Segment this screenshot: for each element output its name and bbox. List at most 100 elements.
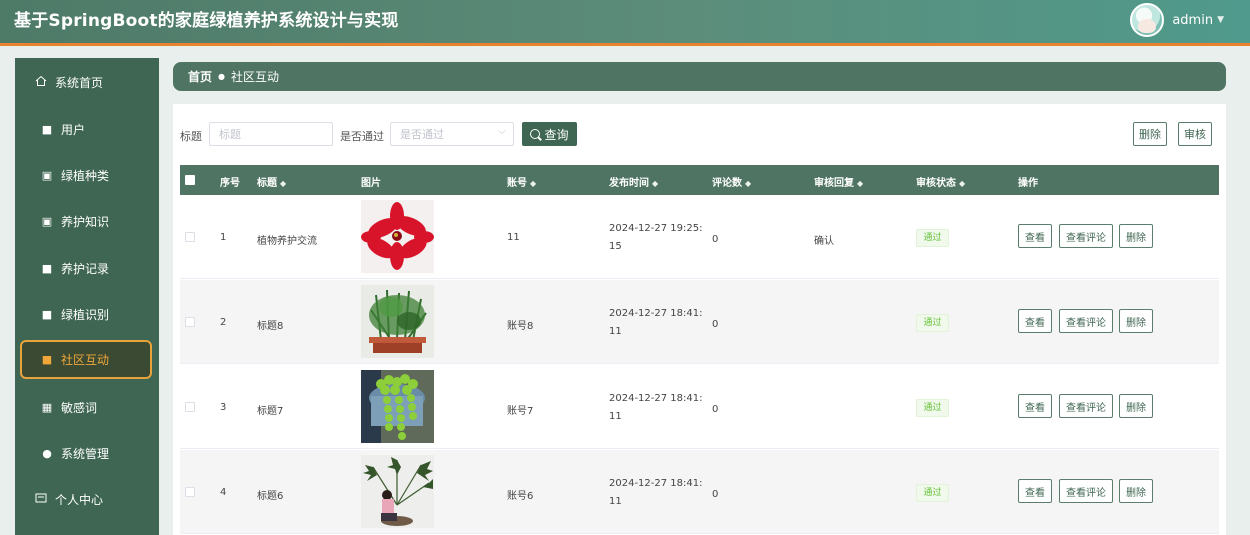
- query-button[interactable]: 查询: [522, 122, 577, 146]
- sidebar-item-sensitive-words[interactable]: ▦ 敏感词: [15, 385, 159, 429]
- sidebar-item-plant-recognition[interactable]: ■ 绿植识别: [15, 292, 159, 336]
- sidebar-item-care-records[interactable]: ■ 养护记录: [15, 246, 159, 290]
- plant-image-philodendron[interactable]: [361, 455, 434, 528]
- row-index: 1: [220, 232, 227, 243]
- query-button-label: 查询: [544, 127, 569, 142]
- sidebar-item-personal-center[interactable]: 个人中心: [15, 477, 159, 521]
- row-checkbox[interactable]: [185, 317, 195, 327]
- view-comments-button[interactable]: 查看评论: [1059, 394, 1113, 418]
- sidebar-item-label: 个人中心: [55, 492, 104, 507]
- search-bar: 标题 是否通过 ⌵ 查询 删除 审核: [173, 122, 1226, 148]
- plant-image-string-of-pearls[interactable]: [361, 370, 434, 443]
- profile-card-icon: [34, 492, 48, 507]
- col-actions: 操作: [1018, 178, 1038, 189]
- col-comments-label: 评论数: [712, 178, 742, 189]
- sort-icon[interactable]: ◆: [280, 179, 286, 188]
- user-menu[interactable]: admin ▼: [1130, 3, 1224, 37]
- sidebar-item-care-knowledge[interactable]: ▣ 养护知识: [15, 199, 159, 243]
- breadcrumb: 首页 ● 社区互动: [173, 62, 1226, 91]
- row-account: 账号8: [507, 321, 534, 332]
- row-title: 植物养护交流: [257, 236, 317, 247]
- breadcrumb-home[interactable]: 首页: [188, 68, 212, 85]
- col-review-reply-label: 审核回复: [814, 178, 854, 189]
- user-avatar[interactable]: [1130, 3, 1165, 37]
- row-publish-time: 2024-12-27 18:41:11: [609, 393, 703, 422]
- sidebar-item-plant-types[interactable]: ▣ 绿植种类: [15, 153, 159, 197]
- col-publish-time[interactable]: 发布时间 ◆: [609, 174, 658, 189]
- row-index: 3: [220, 402, 227, 413]
- row-checkbox[interactable]: [185, 402, 195, 412]
- row-publish-time: 2024-12-27 18:41:11: [609, 308, 703, 337]
- sidebar-item-label: 社区互动: [61, 353, 110, 367]
- status-badge: 通过: [916, 314, 949, 332]
- sidebar-item-users[interactable]: ■ 用户: [15, 107, 159, 151]
- grid-icon: ■: [41, 353, 53, 366]
- delete-button[interactable]: 删除: [1119, 394, 1153, 418]
- row-comments: 0: [712, 489, 719, 500]
- batch-delete-button[interactable]: 删除: [1133, 122, 1167, 146]
- sidebar-item-label: 绿植种类: [61, 168, 110, 183]
- table-header: 序号 标题 ◆ 图片 账号 ◆ 发布时间 ◆ 评论数 ◆ 审核回复 ◆ 审核状态 ◆ 操作: [180, 165, 1219, 195]
- col-comments[interactable]: 评论数 ◆: [712, 174, 751, 189]
- col-account[interactable]: 账号 ◆: [507, 174, 536, 189]
- user-name[interactable]: admin: [1172, 13, 1213, 28]
- table-row: 3 标题7 账号7 2024-12-27 18:41:11 0 通过 查看 查看…: [180, 365, 1219, 449]
- chevron-down-icon[interactable]: ▼: [1217, 15, 1224, 25]
- status-badge: 通过: [916, 484, 949, 502]
- sidebar-item-home[interactable]: 系统首页: [15, 60, 159, 104]
- delete-button[interactable]: 删除: [1119, 309, 1153, 333]
- view-button[interactable]: 查看: [1018, 309, 1052, 333]
- search-icon: [530, 129, 541, 139]
- status-badge: 通过: [916, 399, 949, 417]
- app-title: 基于SpringBoot的家庭绿植养护系统设计与实现: [14, 11, 399, 31]
- user-icon: ●: [42, 446, 52, 460]
- sort-icon[interactable]: ◆: [530, 179, 536, 188]
- sidebar: 系统首页 ■ 用户 ▣ 绿植种类 ▣ 养护知识 ■ 养护记录 ■ 绿植识别 ■ …: [15, 58, 159, 535]
- chevron-down-icon[interactable]: ⌵: [498, 126, 506, 137]
- table-icon: ▦: [41, 400, 53, 414]
- sidebar-item-label: 养护知识: [61, 214, 110, 229]
- col-publish-time-label: 发布时间: [609, 178, 649, 189]
- breadcrumb-separator: ●: [218, 72, 225, 81]
- content-panel: 标题 是否通过 ⌵ 查询 删除 审核 序号 标题◆ 图片 账号◆ 发布时间◆ 评…: [173, 104, 1226, 535]
- row-checkbox[interactable]: [185, 487, 195, 497]
- row-publish-time: 2024-12-27 18:41:11: [609, 478, 703, 507]
- col-title[interactable]: 标题 ◆: [257, 174, 286, 189]
- sidebar-item-system-management[interactable]: ● 系统管理: [15, 431, 159, 475]
- plant-image-bonsai[interactable]: [361, 285, 434, 358]
- view-comments-button[interactable]: 查看评论: [1059, 224, 1113, 248]
- title-search-input[interactable]: [209, 122, 333, 146]
- plant-image-poinsettia[interactable]: [361, 200, 434, 273]
- row-checkbox[interactable]: [185, 232, 195, 242]
- view-comments-button[interactable]: 查看评论: [1059, 309, 1113, 333]
- row-comments: 0: [712, 319, 719, 330]
- view-button[interactable]: 查看: [1018, 394, 1052, 418]
- col-review-reply[interactable]: 审核回复 ◆: [814, 174, 863, 189]
- home-icon: [34, 75, 48, 90]
- delete-button[interactable]: 删除: [1119, 224, 1153, 248]
- approved-select[interactable]: [390, 122, 514, 146]
- batch-review-button[interactable]: 审核: [1178, 122, 1212, 146]
- view-button[interactable]: 查看: [1018, 479, 1052, 503]
- row-index: 2: [220, 317, 227, 328]
- table-row: 1 植物养护交流 11 2024-12-27 19:25:15 0 确认 通过 …: [180, 195, 1219, 279]
- sort-icon[interactable]: ◆: [745, 179, 751, 188]
- sort-icon[interactable]: ◆: [959, 179, 965, 188]
- col-review-status[interactable]: 审核状态 ◆: [916, 174, 965, 189]
- row-comments: 0: [712, 234, 719, 245]
- sidebar-item-label: 敏感词: [61, 400, 98, 415]
- row-account: 账号6: [507, 491, 534, 502]
- row-publish-time: 2024-12-27 19:25:15: [609, 223, 703, 252]
- sort-icon[interactable]: ◆: [652, 179, 658, 188]
- sidebar-item-label: 养护记录: [61, 261, 110, 276]
- sidebar-item-community[interactable]: ■ 社区互动: [20, 340, 152, 379]
- sort-icon[interactable]: ◆: [857, 179, 863, 188]
- view-button[interactable]: 查看: [1018, 224, 1052, 248]
- grid-icon: ■: [41, 261, 53, 275]
- view-comments-button[interactable]: 查看评论: [1059, 479, 1113, 503]
- table-row: 2 标题8 账号8 2024-12-27 18:41:11 0 通过 查看 查看…: [180, 280, 1219, 364]
- select-all-checkbox[interactable]: [185, 175, 195, 185]
- sidebar-item-label: 系统管理: [61, 446, 110, 461]
- sidebar-item-label: 用户: [61, 122, 86, 137]
- delete-button[interactable]: 删除: [1119, 479, 1153, 503]
